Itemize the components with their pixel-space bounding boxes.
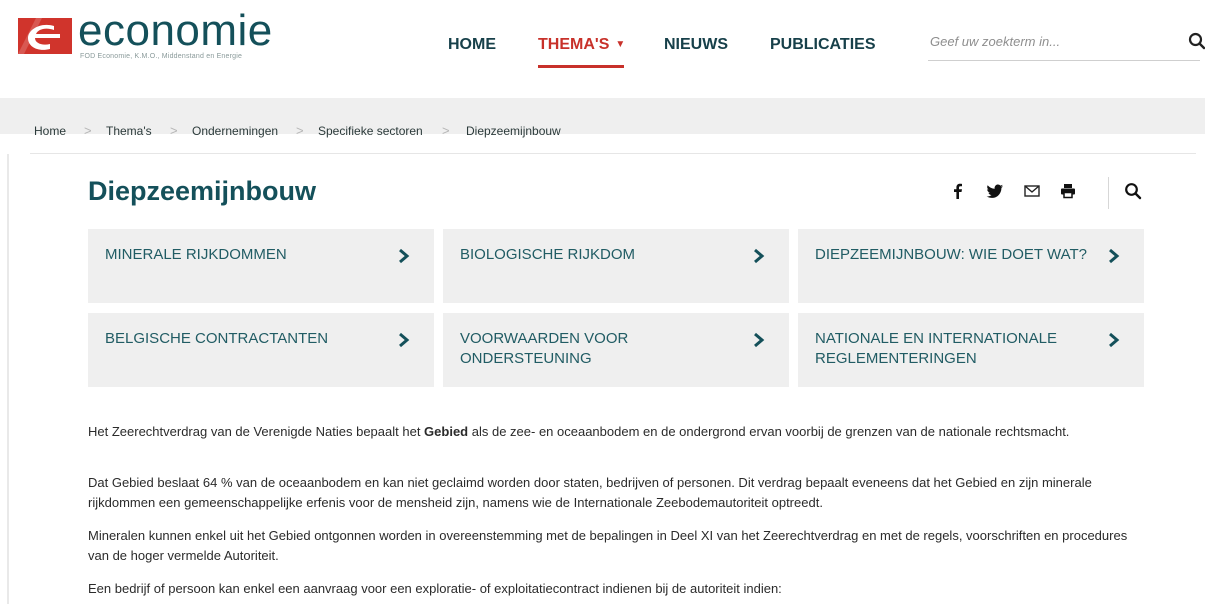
- nav-publicaties-label: PUBLICATIES: [770, 36, 876, 53]
- logo-subtitle: FOD Economie, K.M.O., Middenstand en Ene…: [80, 53, 243, 60]
- nav-active-indicator: [538, 65, 624, 68]
- paragraph-aanvraag: Een bedrijf of persoon kan enkel een aan…: [88, 581, 782, 596]
- nav-publicaties[interactable]: PUBLICATIES: [770, 36, 875, 54]
- facebook-icon[interactable]: [948, 181, 968, 201]
- caret-down-icon: ▼: [615, 39, 626, 50]
- left-rule: [7, 154, 9, 604]
- chevron-right-icon: >: [170, 123, 178, 138]
- chevron-right-icon: [754, 332, 765, 348]
- logo-text[interactable]: economie: [78, 6, 273, 56]
- search-underline: [928, 60, 1200, 61]
- chevron-right-icon: [754, 248, 765, 264]
- site-header: economie FOD Economie, K.M.O., Middensta…: [0, 0, 1205, 98]
- chevron-right-icon: [1109, 332, 1120, 348]
- tile-label: NATIONALE EN INTERNATIONALE REGLEMENTERI…: [815, 330, 1057, 367]
- tile-biologische-rijkdom[interactable]: BIOLOGISCHE RIJKDOM: [443, 229, 789, 303]
- paragraph-oceaanbodem: Dat Gebied beslaat 64 % van de oceaanbod…: [88, 475, 1092, 510]
- print-icon[interactable]: [1058, 181, 1078, 201]
- share-divider: [1108, 177, 1109, 209]
- header-band: [0, 98, 1205, 134]
- chevron-right-icon: >: [296, 123, 304, 138]
- paragraph-text: Het Zeerechtverdrag van de Verenigde Nat…: [88, 424, 425, 439]
- tile-minerale-rijkdommen[interactable]: MINERALE RIJKDOMMEN: [88, 229, 434, 303]
- tile-label: DIEPZEEMIJNBOUW: WIE DOET WAT?: [815, 246, 1087, 263]
- logo-icon[interactable]: [16, 14, 74, 58]
- tile-voorwaarden-ondersteuning[interactable]: VOORWAARDEN VOOR ONDERSTEUNING: [443, 313, 789, 387]
- mail-icon[interactable]: [1022, 181, 1042, 201]
- tile-label: VOORWAARDEN VOOR ONDERSTEUNING: [460, 330, 629, 367]
- chevron-right-icon: >: [84, 123, 92, 138]
- tile-label: BELGISCHE CONTRACTANTEN: [105, 330, 329, 347]
- paragraph-bold-term: Gebied: [424, 424, 469, 439]
- nav-home[interactable]: HOME: [448, 36, 496, 54]
- chevron-right-icon: [1109, 248, 1120, 264]
- breadcrumb-themas[interactable]: Thema's: [106, 124, 152, 138]
- breadcrumb-ondernemingen[interactable]: Ondernemingen: [192, 124, 278, 138]
- breadcrumb-home[interactable]: Home: [34, 124, 66, 138]
- tile-belgische-contractanten[interactable]: BELGISCHE CONTRACTANTEN: [88, 313, 434, 387]
- nav-nieuws[interactable]: NIEUWS: [664, 36, 728, 54]
- page-title: Diepzeemijnbouw: [88, 176, 317, 206]
- twitter-icon[interactable]: [985, 181, 1005, 201]
- chevron-right-icon: [399, 332, 410, 348]
- nav-home-label: HOME: [448, 36, 496, 53]
- tile-reglementeringen[interactable]: NATIONALE EN INTERNATIONALE REGLEMENTERI…: [798, 313, 1144, 387]
- paragraph-gebied: Het Zeerechtverdrag van de Verenigde Nat…: [88, 422, 1138, 442]
- search-icon[interactable]: [1123, 181, 1143, 201]
- search-icon[interactable]: [1188, 32, 1205, 50]
- search-input[interactable]: [928, 28, 1172, 54]
- nav-themas-label: THEMA'S: [538, 36, 610, 53]
- tile-wie-doet-wat[interactable]: DIEPZEEMIJNBOUW: WIE DOET WAT?: [798, 229, 1144, 303]
- breadcrumb-specifieke-sectoren[interactable]: Specifieke sectoren: [318, 124, 423, 138]
- tile-label: MINERALE RIJKDOMMEN: [105, 246, 287, 263]
- nav-themas[interactable]: THEMA'S ▼: [538, 36, 625, 54]
- nav-nieuws-label: NIEUWS: [664, 36, 728, 53]
- tile-label: BIOLOGISCHE RIJKDOM: [460, 246, 636, 263]
- paragraph-text: als de zee- en oceaanbodem en de ondergr…: [468, 424, 1070, 439]
- breadcrumb-divider: [30, 153, 1196, 154]
- chevron-right-icon: [399, 248, 410, 264]
- breadcrumb-current: Diepzeemijnbouw: [466, 124, 561, 138]
- paragraph-mineralen: Mineralen kunnen enkel uit het Gebied on…: [88, 528, 1128, 563]
- chevron-right-icon: >: [442, 123, 450, 138]
